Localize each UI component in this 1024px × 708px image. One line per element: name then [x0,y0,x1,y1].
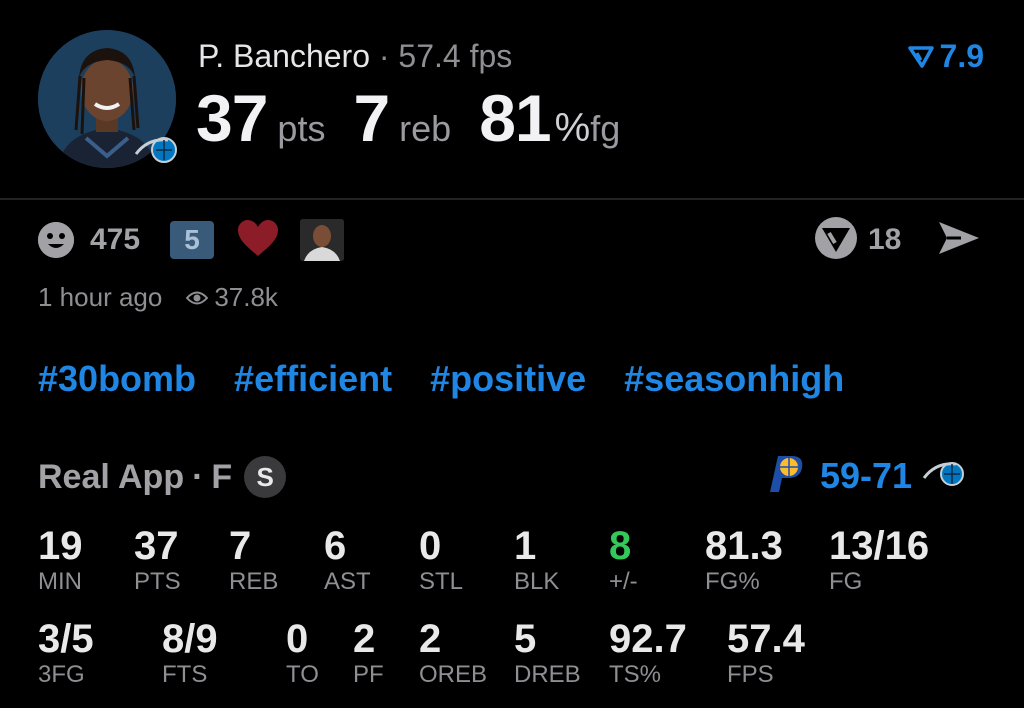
stat-value: 2 [353,617,376,661]
stat-label: FTS [162,661,208,688]
fps-value: 57.4 fps [398,38,513,74]
stat-dreb: 5 DREB [514,617,581,689]
stat-ts-pct: 92.7 TS% [609,617,687,689]
view-count-value: 37.8k [214,282,278,312]
stat-blk: 1 BLK [514,524,559,596]
section-divider [0,198,1024,200]
eye-icon [186,291,209,304]
stat-oreb: 2 OREB [419,617,487,689]
time-ago: 1 hour ago [38,282,163,312]
source-separator: · [192,457,204,496]
hashtag-link[interactable]: #efficient [234,358,392,400]
stat-value: 81.3 [705,524,783,568]
orlando-magic-logo [134,132,180,166]
stat-label: STL [419,568,464,595]
magic-logo-icon [922,458,968,493]
game-score[interactable]: 59-71 [762,452,968,499]
player-position: F [211,457,233,496]
stat-fg: 13/16 FG [829,524,929,596]
stat-value: 2 [419,617,442,661]
stat-label: FG [829,568,863,595]
stat-value: 19 [38,524,83,568]
stat-value: 13/16 [829,524,930,568]
fg-pct-sign: % [554,106,591,150]
stat-fts: 8/9 FTS [162,617,218,689]
fg-unit: fg [590,108,621,149]
stat-label: BLK [514,568,560,595]
stat-label: OREB [419,661,488,688]
reb-value: 7 [353,81,390,155]
stat-value: 37 [134,524,179,568]
view-count: 37.8k [186,282,278,313]
player-name-line[interactable]: P. Banchero · 57.4 fps [198,38,512,75]
stat-value: 0 [286,617,309,661]
heart-icon[interactable] [236,218,280,263]
pts-unit: pts [277,108,326,149]
stat-stl: 0 STL [419,524,463,596]
source-app[interactable]: Real App [38,458,184,497]
stat-label: +/- [609,568,638,595]
stat-label: TS% [609,661,662,688]
stat-label: TO [286,661,319,688]
smile-count[interactable]: 475 [90,223,140,257]
stat-value: 57.4 [727,617,805,661]
stat-3fg: 3/5 3FG [38,617,94,689]
reaction-row: 475 5 [38,218,345,263]
real-logo-icon[interactable] [814,216,858,265]
stat-value: 5 [514,617,537,661]
fg-value: 81 [479,81,551,155]
stat-pf: 2 PF [353,617,384,689]
pacers-logo-icon [762,452,806,499]
stat-value: 7 [229,524,252,568]
source-line: Real App · F S [38,456,287,498]
reactor-avatar[interactable] [300,219,345,261]
name-separator: · [378,38,390,74]
stat-label: MIN [38,568,82,595]
hashtag-link[interactable]: #seasonhigh [624,358,844,400]
stat-value: 8 [609,524,632,568]
headline-stats: 37 pts 7 reb 81 %fg [196,80,648,156]
post-meta: 1 hour ago 37.8k [38,282,278,313]
starter-badge: S [244,456,287,498]
stat-to: 0 TO [286,617,319,689]
rating-value: 7.9 [939,38,984,74]
stat-value: 0 [419,524,442,568]
stat-min: 19 MIN [38,524,83,596]
stat-label: 3FG [38,661,85,688]
comment-share-area: 18 [814,216,981,265]
streak-badge[interactable]: 5 [170,221,215,259]
stat-fg-pct: 81.3 FG% [705,524,783,596]
stat-fps: 57.4 FPS [727,617,805,689]
player-name[interactable]: P. Banchero [198,38,370,74]
comment-count[interactable]: 18 [868,223,901,257]
stat-value: 6 [324,524,347,568]
real-rating-icon [907,45,934,68]
rating-badge[interactable]: 7.9 [907,38,984,75]
stat-label: PTS [134,568,181,595]
stat-value: 3/5 [38,617,94,661]
stat-value: 8/9 [162,617,218,661]
stat-label: PF [353,661,384,688]
stat-label: AST [324,568,371,595]
hashtag-link[interactable]: #30bomb [38,358,196,400]
send-icon[interactable] [937,220,981,261]
smile-icon[interactable] [38,222,74,258]
stat-label: REB [229,568,279,595]
stat-ast: 6 AST [324,524,371,596]
hashtag-list: #30bomb #efficient #positive #seasonhigh [38,358,844,400]
stat-label: FG% [705,568,760,595]
pts-value: 37 [196,81,268,155]
stat-label: FPS [727,661,774,688]
stat-pts: 37 PTS [134,524,181,596]
reb-unit: reb [399,108,452,149]
stat-label: DREB [514,661,581,688]
stat-plus-minus: 8 +/- [609,524,638,596]
stat-value: 92.7 [609,617,687,661]
score-value: 59-71 [820,454,913,496]
stat-reb: 7 REB [229,524,278,596]
hashtag-link[interactable]: #positive [430,358,586,400]
stat-value: 1 [514,524,537,568]
